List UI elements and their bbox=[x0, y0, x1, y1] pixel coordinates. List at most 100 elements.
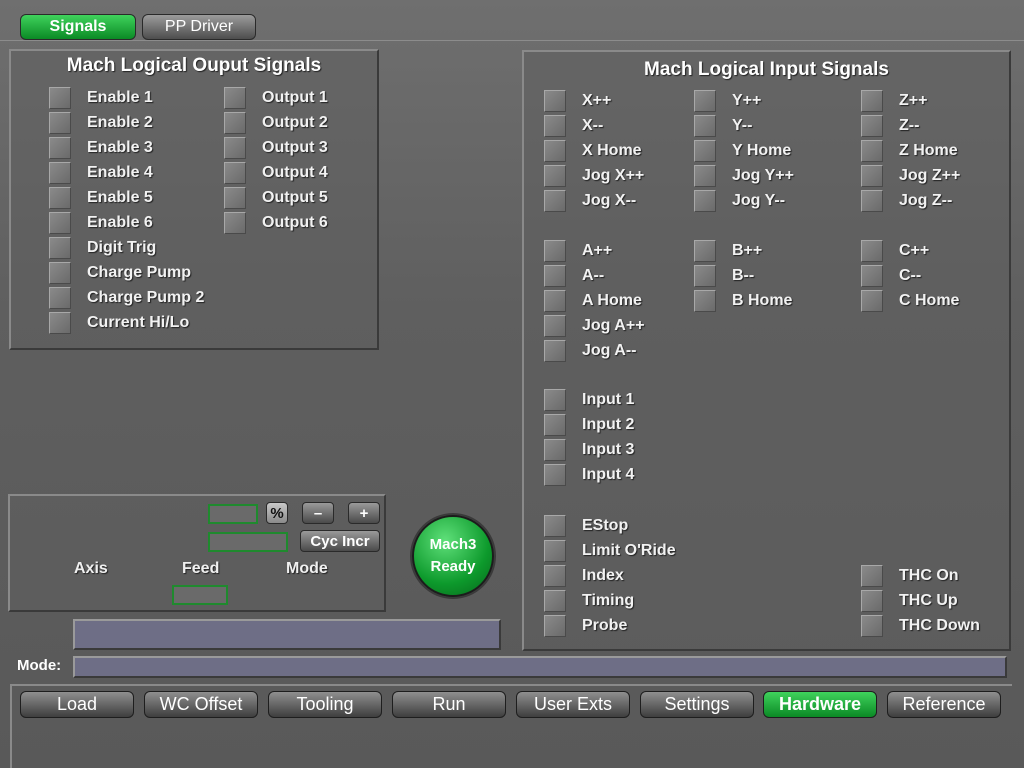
signal-probe: Probe bbox=[544, 615, 627, 637]
signal-enable-5: Enable 5 bbox=[49, 187, 153, 209]
signal-zplusplus: Z++ bbox=[861, 90, 927, 112]
signal-label: Z Home bbox=[899, 142, 958, 159]
signal-led bbox=[544, 265, 566, 287]
mode-status-bar bbox=[73, 656, 1007, 678]
signal-x-home: X Home bbox=[544, 140, 642, 162]
signal-label: THC Down bbox=[899, 617, 980, 634]
signal-led bbox=[49, 162, 71, 184]
signal-jog-yplusplus: Jog Y++ bbox=[694, 165, 794, 187]
signal-label: Output 6 bbox=[262, 214, 328, 231]
feed-field[interactable] bbox=[172, 585, 228, 605]
signal-led bbox=[224, 187, 246, 209]
signal-label: Jog Y-- bbox=[732, 192, 786, 209]
signal-thc-on: THC On bbox=[861, 565, 959, 587]
nav-hardware-button[interactable]: Hardware bbox=[763, 691, 877, 718]
signal-input-4: Input 4 bbox=[544, 464, 634, 486]
signal-bplusplus: B++ bbox=[694, 240, 762, 262]
signal-aminusminus: A-- bbox=[544, 265, 604, 287]
output-panel-title: Mach Logical Ouput Signals bbox=[66, 55, 322, 76]
nav-user-exts-button[interactable]: User Exts bbox=[516, 691, 630, 718]
signal-label: THC On bbox=[899, 567, 959, 584]
signal-label: Input 3 bbox=[582, 441, 635, 458]
signal-led bbox=[861, 165, 883, 187]
signal-aplusplus: A++ bbox=[544, 240, 612, 262]
signal-label: X-- bbox=[582, 117, 604, 134]
signal-label: Y++ bbox=[732, 92, 762, 109]
signal-label: EStop bbox=[582, 517, 629, 534]
percent-button[interactable]: % bbox=[266, 502, 288, 524]
signal-output-4: Output 4 bbox=[224, 162, 328, 184]
signal-index: Index bbox=[544, 565, 624, 587]
signal-led bbox=[694, 240, 716, 262]
tab-signals[interactable]: Signals bbox=[20, 14, 136, 40]
nav-reference-button[interactable]: Reference bbox=[887, 691, 1001, 718]
nav-settings-button[interactable]: Settings bbox=[640, 691, 754, 718]
signal-led bbox=[861, 115, 883, 137]
signal-label: Y-- bbox=[732, 117, 753, 134]
signal-label: Output 2 bbox=[262, 114, 328, 131]
signal-c-home: C Home bbox=[861, 290, 959, 312]
signal-charge-pump: Charge Pump bbox=[49, 262, 191, 284]
signal-led bbox=[694, 115, 716, 137]
cyc-incr-field[interactable] bbox=[208, 532, 288, 552]
signal-led bbox=[861, 90, 883, 112]
signal-led bbox=[861, 240, 883, 262]
signal-led bbox=[49, 212, 71, 234]
signal-charge-pump-2: Charge Pump 2 bbox=[49, 287, 204, 309]
nav-wc-offset-button[interactable]: WC Offset bbox=[144, 691, 258, 718]
signal-led bbox=[224, 112, 246, 134]
signal-jog-zminusminus: Jog Z-- bbox=[861, 190, 952, 212]
percent-field[interactable] bbox=[208, 504, 258, 524]
signal-label: Input 1 bbox=[582, 391, 635, 408]
input-panel-title: Mach Logical Input Signals bbox=[644, 59, 889, 80]
signal-jog-xminusminus: Jog X-- bbox=[544, 190, 636, 212]
signal-a-home: A Home bbox=[544, 290, 642, 312]
signal-jog-zplusplus: Jog Z++ bbox=[861, 165, 960, 187]
tab-pp-driver[interactable]: PP Driver bbox=[142, 14, 256, 40]
cyc-incr-button[interactable]: Cyc Incr bbox=[300, 530, 380, 552]
signal-label: Y Home bbox=[732, 142, 792, 159]
signal-b-home: B Home bbox=[694, 290, 792, 312]
signal-led bbox=[49, 237, 71, 259]
signal-label: Output 3 bbox=[262, 139, 328, 156]
signal-led bbox=[544, 464, 566, 486]
signal-label: Z-- bbox=[899, 117, 920, 134]
signal-led bbox=[694, 190, 716, 212]
signal-label: Probe bbox=[582, 617, 628, 634]
signal-led bbox=[544, 515, 566, 537]
signal-label: X++ bbox=[582, 92, 612, 109]
signal-current-hi-lo: Current Hi/Lo bbox=[49, 312, 189, 334]
signal-label: THC Up bbox=[899, 592, 958, 609]
signal-label: A Home bbox=[582, 292, 642, 309]
signal-label: Output 5 bbox=[262, 189, 328, 206]
signal-label: Index bbox=[582, 567, 624, 584]
signal-label: Jog X-- bbox=[582, 192, 637, 209]
nav-run-button[interactable]: Run bbox=[392, 691, 506, 718]
signal-label: A-- bbox=[582, 267, 605, 284]
nav-tooling-button[interactable]: Tooling bbox=[268, 691, 382, 718]
signal-xminusminus: X-- bbox=[544, 115, 603, 137]
plus-button[interactable]: + bbox=[348, 502, 380, 524]
signal-led bbox=[224, 212, 246, 234]
signal-enable-4: Enable 4 bbox=[49, 162, 153, 184]
signal-led bbox=[544, 190, 566, 212]
signal-thc-up: THC Up bbox=[861, 590, 958, 612]
minus-button[interactable]: – bbox=[302, 502, 334, 524]
signal-label: Charge Pump 2 bbox=[87, 289, 205, 306]
signal-led bbox=[694, 165, 716, 187]
mach3-ready-button[interactable]: Mach3 Ready bbox=[412, 515, 494, 597]
signal-led bbox=[544, 414, 566, 436]
signal-led bbox=[544, 115, 566, 137]
signal-led bbox=[224, 137, 246, 159]
signal-led bbox=[49, 137, 71, 159]
nav-load-button[interactable]: Load bbox=[20, 691, 134, 718]
signal-led bbox=[544, 565, 566, 587]
signal-y-home: Y Home bbox=[694, 140, 791, 162]
top-divider bbox=[0, 40, 1024, 41]
signal-led bbox=[544, 315, 566, 337]
signal-input-1: Input 1 bbox=[544, 389, 634, 411]
signal-input-3: Input 3 bbox=[544, 439, 634, 461]
signal-label: Enable 3 bbox=[87, 139, 153, 156]
signal-led bbox=[544, 615, 566, 637]
signal-digit-trig: Digit Trig bbox=[49, 237, 156, 259]
